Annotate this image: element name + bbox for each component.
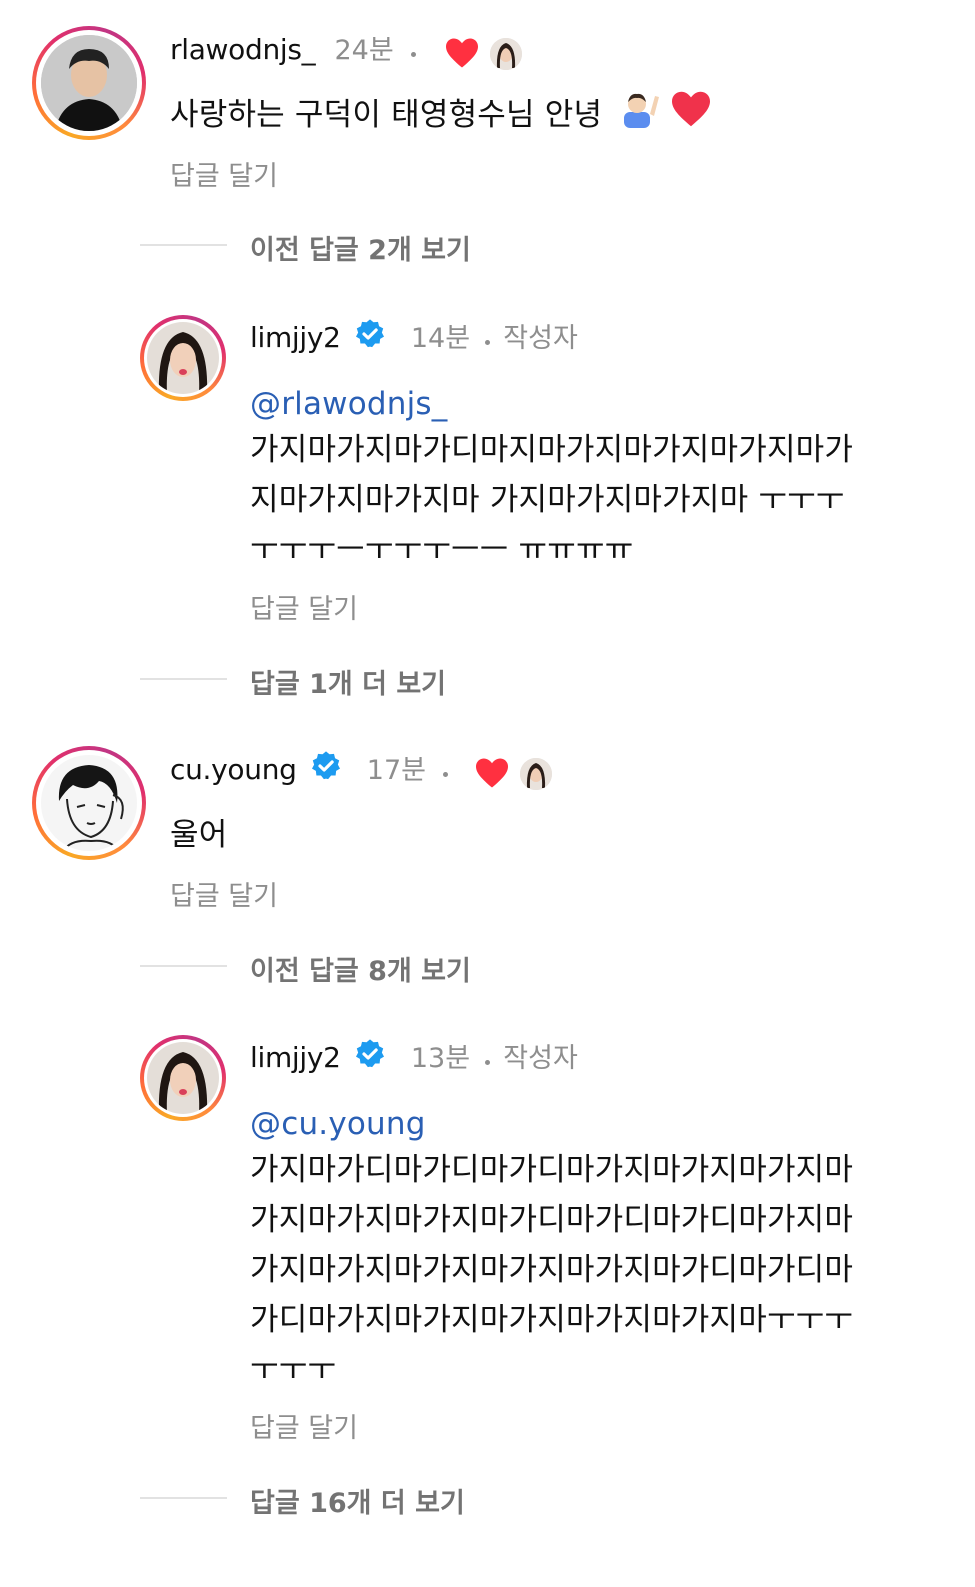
- comment-line: 지마가지마가지마 가지마가지마가지마 ㅜㅜㅜ: [250, 482, 845, 518]
- profile-photo-icon: [147, 322, 219, 394]
- profile-illustration-icon: [41, 755, 137, 851]
- view-more-replies-button[interactable]: 답글 1개 더 보기: [250, 662, 446, 701]
- mention-link[interactable]: @cu.young: [250, 1099, 426, 1149]
- reply-button[interactable]: 답글 달기: [170, 154, 278, 193]
- separator-dot: [443, 772, 449, 777]
- verified-badge-icon: [310, 750, 342, 799]
- separator-dot: [485, 340, 491, 345]
- comment-line: 가지마가지마가디마지마가지마가지마가지마가: [250, 432, 854, 468]
- comment-time: 14분: [410, 323, 471, 354]
- reply-button[interactable]: 답글 달기: [250, 1406, 358, 1445]
- heart-icon[interactable]: [474, 757, 510, 789]
- mention-link[interactable]: @rlawodnjs_: [250, 379, 447, 429]
- comment-time: 24분: [334, 35, 394, 66]
- comment-username[interactable]: cu.young: [170, 753, 297, 786]
- divider-line: [140, 244, 227, 246]
- comment-line: 가지마가지마가지마가지마가지마가디마가디마: [250, 1252, 854, 1288]
- reply-button[interactable]: 답글 달기: [250, 587, 358, 626]
- red-heart-emoji: [670, 90, 712, 143]
- reply-button[interactable]: 답글 달기: [170, 874, 278, 913]
- comment-time: 13분: [410, 1043, 471, 1074]
- view-previous-replies-button[interactable]: 이전 답글 2개 보기: [250, 228, 471, 267]
- comment-username[interactable]: limjjy2: [250, 1041, 341, 1074]
- comment-time: 17분: [366, 755, 426, 786]
- author-badge: 작성자: [503, 323, 578, 354]
- divider-line: [140, 678, 227, 680]
- comment-text: 사랑하는 구덕이 태영형수님 안녕: [170, 97, 603, 133]
- verified-badge-icon: [354, 1038, 386, 1087]
- comment-line: ㅜㅜㅜ: [250, 1352, 337, 1388]
- comment-username[interactable]: limjjy2: [250, 321, 341, 354]
- profile-photo-icon: [147, 1042, 219, 1114]
- heart-icon[interactable]: [444, 37, 480, 69]
- comment-line: 가지마가지마가지마가디마가디마가디마가지마: [250, 1202, 854, 1238]
- author-liked-avatar: [488, 36, 524, 72]
- comment-text: 울어: [170, 817, 228, 853]
- author-liked-avatar: [518, 756, 554, 792]
- view-previous-replies-button[interactable]: 이전 답글 8개 보기: [250, 949, 471, 988]
- comment-username[interactable]: rlawodnjs_: [170, 33, 316, 66]
- separator-dot: [410, 52, 416, 57]
- avatar-limjjy2[interactable]: [140, 315, 226, 401]
- verified-badge-icon: [354, 318, 386, 367]
- avatar-limjjy2[interactable]: [140, 1035, 226, 1121]
- avatar-cu-young[interactable]: [32, 746, 146, 860]
- comment-line: 가디마가지마가지마가지마가지마가지마ㅜㅜㅜ: [250, 1302, 854, 1338]
- profile-photo-icon: [41, 35, 137, 131]
- divider-line: [140, 965, 227, 967]
- comment-text: 가지마가지마가디마지마가지마가지마가지마가 지마가지마가지마 가지마가지마가지마…: [250, 425, 853, 575]
- comment-text: 가지마가디마가디마가디마가지마가지마가지마 가지마가지마가지마가디마가디마가디마…: [250, 1145, 853, 1395]
- separator-dot: [485, 1060, 491, 1065]
- view-more-replies-button[interactable]: 답글 16개 더 보기: [250, 1481, 465, 1520]
- comment-line: ㅜㅜㅜㅡㅜㅜㅜㅡㅡ ㅠㅠㅠㅠ: [250, 532, 634, 568]
- author-badge: 작성자: [503, 1043, 578, 1074]
- comment-line: 가지마가디마가디마가디마가지마가지마가지마: [250, 1152, 854, 1188]
- avatar-rlawodnjs[interactable]: [32, 26, 146, 140]
- divider-line: [140, 1497, 227, 1499]
- raising-hand-emoji: [622, 90, 660, 143]
